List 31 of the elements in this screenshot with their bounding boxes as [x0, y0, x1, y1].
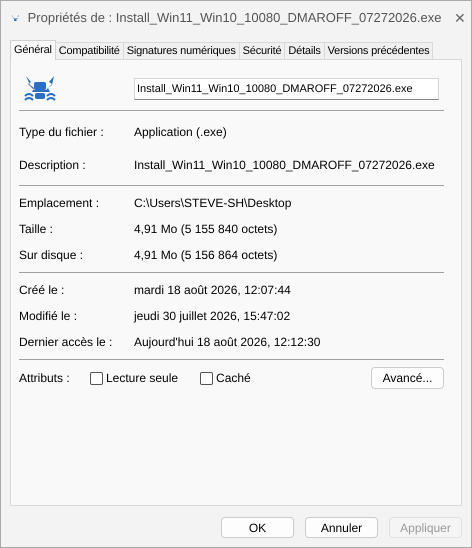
- tab[interactable]: Compatibilité: [54, 42, 124, 59]
- field-label: Description :: [19, 158, 87, 172]
- field-label: Attributs :: [19, 371, 71, 385]
- field-value: Install_Win11_Win10_10080_DMAROFF_07272026.exe: [134, 158, 436, 172]
- field-value: Application (.exe): [134, 124, 228, 138]
- field-label: Emplacement :: [19, 196, 100, 210]
- field-label: Type du fichier :: [19, 124, 105, 138]
- checkbox-label: Caché: [216, 371, 251, 385]
- tab[interactable]: Versions précédentes: [324, 42, 434, 59]
- advanced-button[interactable]: Avancé...: [371, 367, 444, 389]
- checkbox-label: Lecture seule: [106, 371, 178, 385]
- dialog-button[interactable]: Annuler: [305, 517, 378, 538]
- window-title: Propriétés de : Install_Win11_Win10_10080_DMAROFF_07272026.exe: [28, 10, 442, 25]
- field-label: Sur disque :: [19, 248, 84, 262]
- field-label: Modifié le :: [19, 309, 78, 323]
- field-value: Aujourd'hui 18 août 2026, 12:12:30: [134, 335, 322, 349]
- close-button[interactable]: ✕: [449, 10, 471, 26]
- field-value: 4,91 Mo (5 155 840 octets): [134, 222, 278, 236]
- field-value: 4,91 Mo (5 156 864 octets): [134, 248, 278, 262]
- field-value: C:\Users\STEVE-SH\Desktop: [134, 196, 292, 210]
- checkbox[interactable]: [200, 372, 214, 384]
- dialog-button[interactable]: OK: [221, 517, 294, 538]
- field-label: Taille :: [19, 222, 54, 236]
- field-label: Dernier accès le :: [19, 335, 114, 349]
- file-name-field[interactable]: Install_Win11_Win10_10080_DMAROFF_07272026.exe: [134, 78, 439, 100]
- checkbox[interactable]: [90, 372, 103, 384]
- tab[interactable]: Signatures numériques: [122, 42, 240, 59]
- field-value: jeudi 30 juillet 2026, 15:47:02: [134, 309, 292, 323]
- field-label: Créé le :: [19, 283, 66, 297]
- tab[interactable]: Général: [10, 40, 56, 60]
- field-value: mardi 18 août 2026, 12:07:44: [134, 283, 292, 297]
